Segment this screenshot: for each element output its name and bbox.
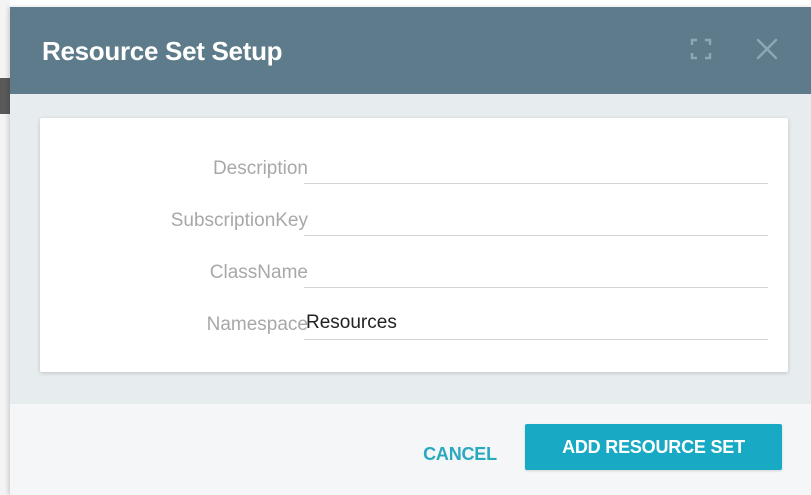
screen: Resource Set Setup Description Subscript… bbox=[0, 0, 811, 495]
form-row-description: Description bbox=[40, 140, 788, 192]
maximize-icon[interactable] bbox=[686, 34, 716, 64]
cancel-button[interactable]: CANCEL bbox=[410, 433, 510, 475]
subscription-key-input[interactable] bbox=[304, 202, 768, 236]
dialog-body: Description SubscriptionKey ClassName Na… bbox=[10, 94, 811, 404]
description-input[interactable] bbox=[304, 150, 768, 184]
dialog-header: Resource Set Setup bbox=[10, 7, 811, 94]
namespace-input[interactable] bbox=[304, 306, 768, 340]
description-label: Description bbox=[212, 158, 308, 179]
form-card: Description SubscriptionKey ClassName Na… bbox=[40, 118, 788, 372]
subscription-key-label: SubscriptionKey bbox=[170, 210, 308, 231]
namespace-label: Namespace bbox=[206, 314, 308, 335]
form-row-class-name: ClassName bbox=[40, 244, 788, 296]
form-row-subscription-key: SubscriptionKey bbox=[40, 192, 788, 244]
background-page bbox=[0, 0, 10, 495]
add-resource-set-button[interactable]: ADD RESOURCE SET bbox=[525, 424, 782, 470]
class-name-input[interactable] bbox=[304, 254, 768, 288]
resource-set-setup-dialog: Resource Set Setup Description Subscript… bbox=[10, 7, 811, 495]
form-row-namespace: Namespace bbox=[40, 296, 788, 348]
background-element bbox=[0, 78, 10, 114]
dialog-footer: CANCEL ADD RESOURCE SET bbox=[10, 404, 811, 495]
class-name-label: ClassName bbox=[209, 262, 308, 283]
close-icon[interactable] bbox=[752, 34, 782, 64]
dialog-title: Resource Set Setup bbox=[42, 36, 283, 66]
